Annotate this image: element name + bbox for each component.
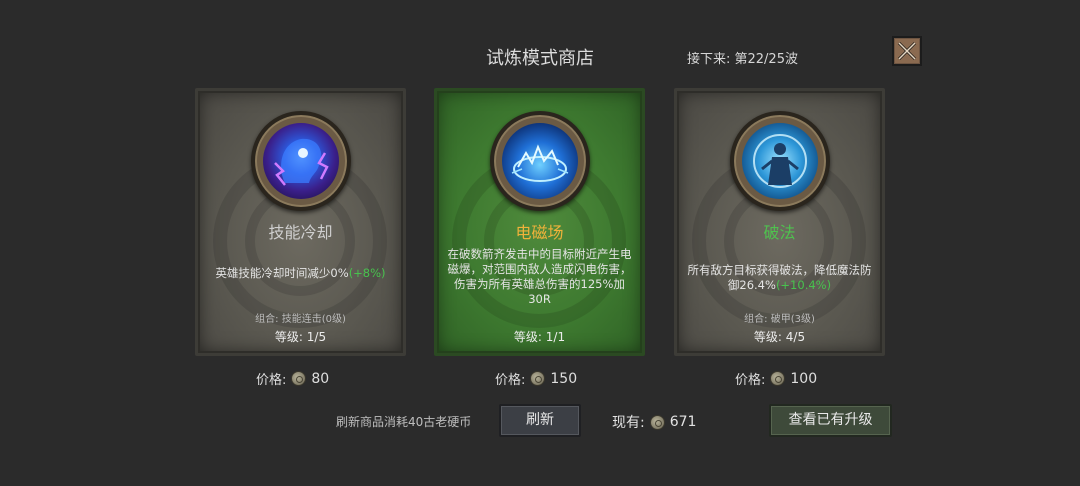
card-name: 破法 (763, 223, 796, 242)
card-description: 所有敌方目标获得破法，降低魔法防御26.4%(+10.4%) (687, 263, 872, 292)
coin-icon (530, 371, 546, 386)
price-label: 价格: (735, 373, 766, 388)
skill-icon-frame (250, 111, 351, 211)
owned-coins: 现有: 671 (612, 412, 696, 432)
owned-label: 现有: (612, 415, 645, 431)
card-combo: 组合: 技能连击(0级) (255, 314, 346, 325)
mind-lightning-icon (262, 123, 339, 199)
card-combo: 组合: 破甲(3级) (744, 314, 815, 325)
card-level: 等级: 1/1 (513, 330, 566, 344)
close-icon (897, 41, 917, 61)
price-electric-field: 价格: 150 (495, 369, 578, 389)
price-skill-cooldown: 价格: 80 (256, 369, 330, 389)
refresh-button[interactable]: 刷新 (499, 404, 581, 437)
price-dispel: 价格: 100 (735, 369, 818, 389)
dispel-mage-icon (741, 123, 818, 199)
next-wave-text: 接下来: 第22/25波 (687, 52, 798, 67)
skill-icon-frame (729, 111, 830, 211)
card-name: 电磁场 (515, 223, 564, 242)
card-name: 技能冷却 (268, 223, 333, 242)
coin-icon (770, 371, 786, 386)
coin-icon (291, 371, 307, 386)
coin-icon (649, 414, 665, 430)
electric-field-icon (501, 123, 578, 199)
price-label: 价格: (495, 373, 526, 388)
upgrade-card-dispel[interactable]: 破法 所有敌方目标获得破法，降低魔法防御26.4%(+10.4%) 组合: 破甲… (674, 88, 885, 356)
card-description: 在破数箭齐发击中的目标附近产生电磁爆，对范围内敌人造成闪电伤害，伤害为所有英雄总… (447, 247, 632, 306)
skill-icon-frame (489, 111, 590, 211)
price-value: 100 (790, 370, 818, 387)
card-level: 等级: 4/5 (753, 330, 806, 344)
upgrade-card-skill-cooldown[interactable]: 技能冷却 英雄技能冷却时间减少0%(+8%) 组合: 技能连击(0级) 等级: … (195, 88, 406, 356)
refresh-cost-text: 刷新商品消耗40古老硬币 (336, 415, 472, 429)
owned-value: 671 (669, 414, 697, 430)
view-upgrades-button[interactable]: 查看已有升级 (769, 404, 892, 437)
price-value: 80 (311, 370, 330, 387)
upgrade-card-electric-field[interactable]: 电磁场 在破数箭齐发击中的目标附近产生电磁爆，对范围内敌人造成闪电伤害，伤害为所… (434, 88, 645, 356)
price-value: 150 (550, 370, 578, 387)
card-description: 英雄技能冷却时间减少0%(+8%) (215, 266, 386, 280)
price-label: 价格: (256, 373, 287, 388)
card-level: 等级: 1/5 (274, 330, 327, 344)
close-button[interactable] (892, 36, 922, 66)
